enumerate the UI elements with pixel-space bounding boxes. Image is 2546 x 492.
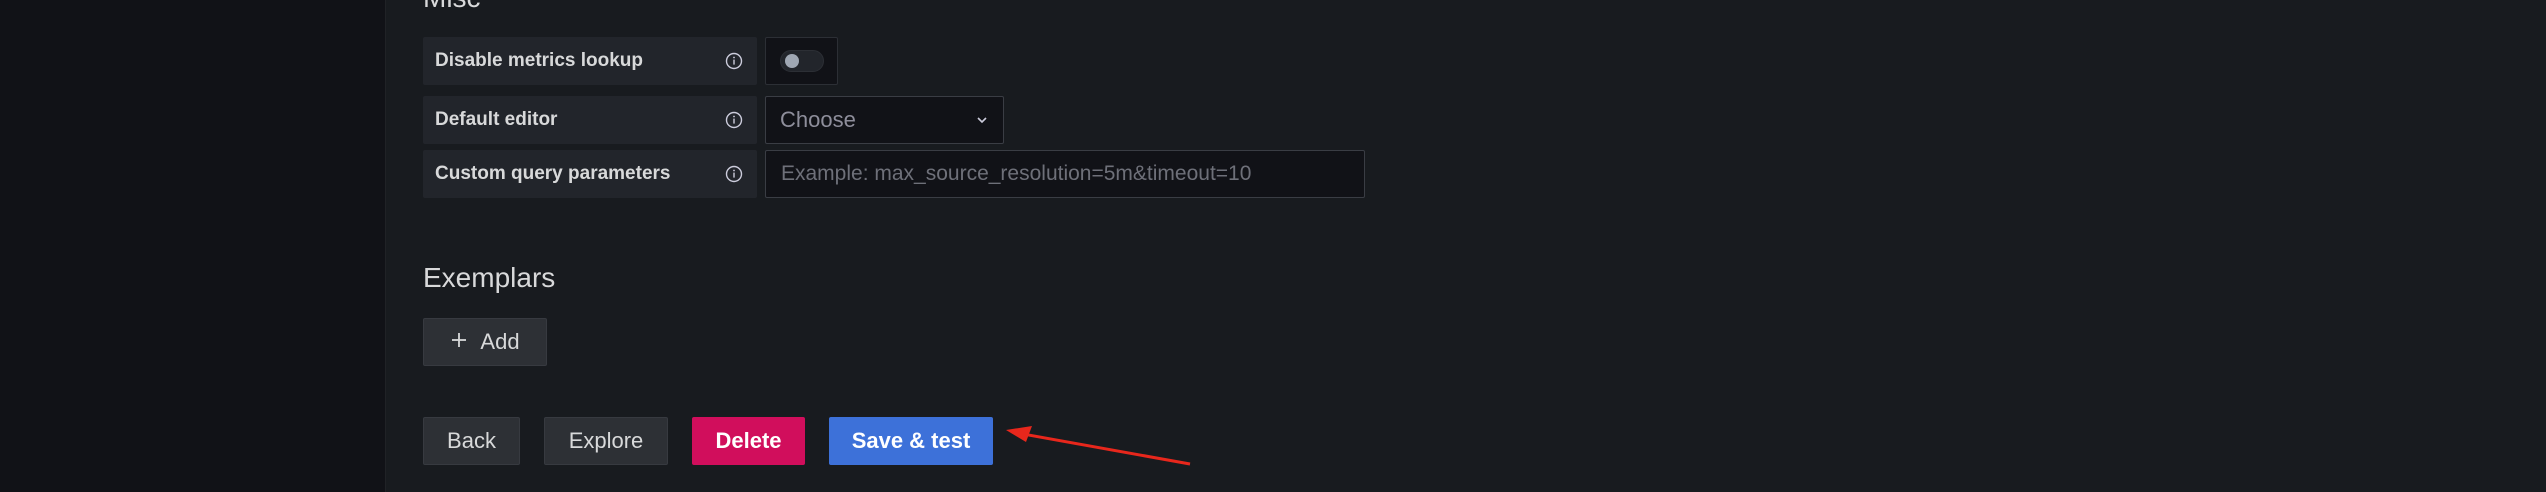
back-button[interactable]: Back: [423, 417, 520, 465]
disable-metrics-lookup-label-cell: Disable metrics lookup: [423, 37, 757, 85]
disable-metrics-lookup-row: Disable metrics lookup: [423, 37, 838, 85]
custom-query-parameters-input[interactable]: [779, 161, 1351, 187]
toggle-knob: [784, 54, 799, 68]
explore-button[interactable]: Explore: [544, 417, 668, 465]
info-circle-icon[interactable]: [725, 111, 743, 129]
save-and-test-button[interactable]: Save & test: [829, 417, 993, 465]
delete-button[interactable]: Delete: [692, 417, 805, 465]
disable-metrics-lookup-label: Disable metrics lookup: [435, 50, 644, 71]
default-editor-select[interactable]: Choose: [765, 96, 1004, 144]
custom-query-parameters-label: Custom query parameters: [435, 163, 671, 184]
info-circle-icon[interactable]: [725, 52, 743, 70]
default-editor-label: Default editor: [435, 109, 558, 130]
default-editor-label-cell: Default editor: [423, 96, 757, 144]
exemplars-section-title: Exemplars: [423, 262, 556, 293]
misc-section-title: Misc: [423, 0, 481, 14]
chevron-down-icon: [975, 107, 989, 133]
annotation-arrow-icon: [1006, 426, 1191, 466]
custom-query-parameters-label-cell: Custom query parameters: [423, 150, 757, 198]
info-circle-icon[interactable]: [725, 165, 743, 183]
add-exemplar-label: Add: [480, 329, 520, 354]
disable-metrics-lookup-toggle-container: [765, 37, 838, 85]
add-exemplar-button[interactable]: Add: [423, 318, 547, 366]
left-sidebar: [0, 0, 386, 492]
disable-metrics-lookup-toggle[interactable]: [779, 50, 824, 72]
plus-icon: [450, 329, 468, 355]
default-editor-row: Default editor Choose: [423, 96, 1004, 144]
custom-query-parameters-row: Custom query parameters: [423, 150, 1365, 198]
custom-query-parameters-field: [765, 150, 1365, 198]
datasource-settings-panel: Misc Disable metrics lookup Default edit…: [386, 0, 2546, 492]
default-editor-select-value: Choose: [780, 107, 856, 132]
